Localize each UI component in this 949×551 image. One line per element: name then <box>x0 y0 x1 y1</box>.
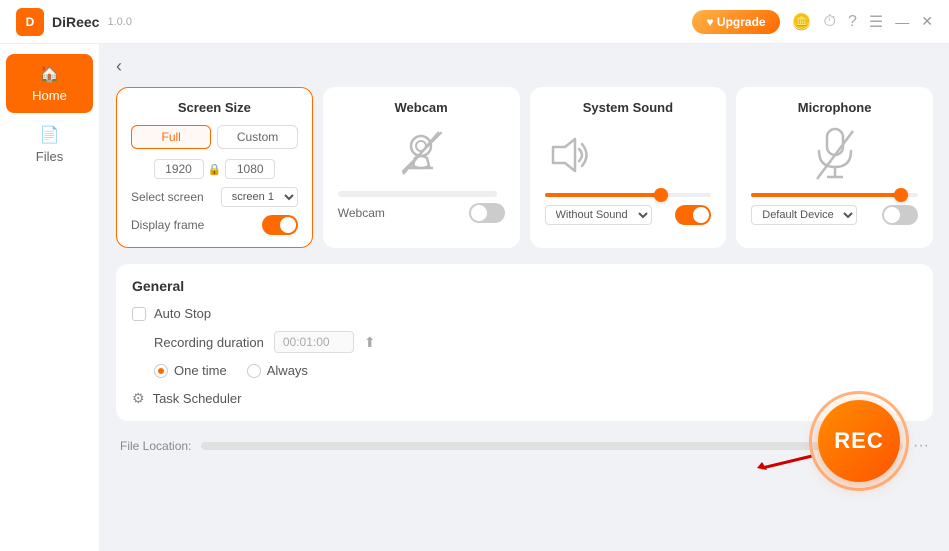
duration-stepper[interactable]: ⬆ <box>364 334 376 351</box>
rec-arrow <box>757 446 817 476</box>
minimize-button[interactable]: — <box>895 14 909 30</box>
file-location-label: File Location: <box>120 439 191 453</box>
screen-size-card: Screen Size Full Custom 🔒 Select screen … <box>116 87 313 248</box>
height-input[interactable] <box>225 159 275 179</box>
display-frame-row: Display frame <box>131 215 298 235</box>
one-time-radio-inner <box>158 368 164 374</box>
duration-input[interactable] <box>274 331 354 353</box>
full-size-button[interactable]: Full <box>131 125 211 149</box>
select-screen-label: Select screen <box>131 190 204 204</box>
sidebar-home-label: Home <box>32 88 67 103</box>
titlebar-right: ♥ Upgrade 🪙 ⏱ ? ☰ — ✕ <box>692 10 933 34</box>
files-icon: 📄 <box>40 125 60 145</box>
resolution-row: 🔒 <box>131 159 298 179</box>
logo-text: D <box>26 15 35 29</box>
one-time-option[interactable]: One time <box>154 363 227 378</box>
gear-icon: ⚙ <box>132 390 145 407</box>
menu-icon[interactable]: ☰ <box>869 12 883 32</box>
display-frame-label: Display frame <box>131 218 204 232</box>
rec-button-container: REC <box>809 391 909 491</box>
webcam-label: Webcam <box>338 206 385 220</box>
always-radio[interactable] <box>247 364 261 378</box>
main-layout: 🏠 Home 📄 Files ‹ Screen Size Full Custom… <box>0 44 949 551</box>
width-input[interactable] <box>154 159 204 179</box>
titlebar: D DiReec 1.0.0 ♥ Upgrade 🪙 ⏱ ? ☰ — ✕ <box>0 0 949 44</box>
sidebar-item-files[interactable]: 📄 Files <box>6 115 93 174</box>
timer-icon[interactable]: ⏱ <box>824 13 836 31</box>
back-button[interactable]: ‹ <box>116 56 122 77</box>
microphone-card: Microphone <box>736 87 933 248</box>
home-icon: 🏠 <box>40 64 60 84</box>
auto-stop-label: Auto Stop <box>154 306 211 321</box>
help-icon[interactable]: ? <box>848 13 857 31</box>
system-sound-card: System Sound Without Sound <box>530 87 727 248</box>
radio-row: One time Always <box>132 363 917 378</box>
webcam-label-row: Webcam <box>338 203 505 223</box>
sound-slider[interactable] <box>545 193 712 197</box>
webcam-icon <box>399 128 443 183</box>
auto-stop-checkbox[interactable] <box>132 307 146 321</box>
mic-slider-thumb[interactable] <box>894 188 908 202</box>
system-sound-title: System Sound <box>545 100 712 115</box>
rec-outer-ring: REC <box>809 391 909 491</box>
auto-stop-row: Auto Stop <box>132 306 917 321</box>
file-dots-button[interactable]: ··· <box>913 437 929 455</box>
content-area: ‹ Screen Size Full Custom 🔒 Select scree… <box>100 44 949 551</box>
sound-icon <box>545 133 593 177</box>
sound-select[interactable]: Without Sound <box>545 205 652 225</box>
recording-duration-row: Recording duration ⬆ <box>132 331 917 353</box>
always-label: Always <box>267 363 308 378</box>
upgrade-button[interactable]: ♥ Upgrade <box>692 10 779 34</box>
sound-bottom: Without Sound <box>545 205 712 225</box>
webcam-title: Webcam <box>338 100 505 115</box>
webcam-toggle[interactable] <box>469 203 505 223</box>
sound-slider-fill <box>545 193 662 197</box>
select-screen-row: Select screen screen 1 <box>131 187 298 207</box>
microphone-title: Microphone <box>751 100 918 115</box>
mic-bottom: Default Device <box>751 205 918 225</box>
size-buttons: Full Custom <box>131 125 298 149</box>
task-scheduler-row[interactable]: ⚙ Task Scheduler <box>132 390 917 407</box>
webcam-svg <box>399 128 443 178</box>
coin-icon[interactable]: 🪙 <box>792 12 812 32</box>
sidebar-files-label: Files <box>36 149 63 164</box>
recording-duration-label: Recording duration <box>154 335 264 350</box>
mic-select[interactable]: Default Device <box>751 205 857 225</box>
arrow-container <box>757 446 817 481</box>
titlebar-left: D DiReec 1.0.0 <box>16 8 132 36</box>
rec-button[interactable]: REC <box>818 400 900 482</box>
display-frame-toggle[interactable] <box>262 215 298 235</box>
webcam-bottom <box>338 191 505 197</box>
app-version: 1.0.0 <box>107 16 131 28</box>
close-button[interactable]: ✕ <box>921 13 933 30</box>
always-option[interactable]: Always <box>247 363 308 378</box>
mic-icon-wrap <box>751 125 918 185</box>
microphone-icon <box>815 127 855 183</box>
webcam-icon-wrap <box>338 125 505 185</box>
screen-size-title: Screen Size <box>131 100 298 115</box>
lock-icon: 🔒 <box>208 163 222 176</box>
custom-size-button[interactable]: Custom <box>217 125 297 149</box>
one-time-label: One time <box>174 363 227 378</box>
cards-row: Screen Size Full Custom 🔒 Select screen … <box>116 87 933 248</box>
rec-label: REC <box>834 428 883 454</box>
sound-icon-wrap <box>545 125 593 185</box>
sidebar: 🏠 Home 📄 Files <box>0 44 100 551</box>
task-scheduler-label: Task Scheduler <box>153 391 242 406</box>
screen-select[interactable]: screen 1 <box>221 187 298 207</box>
one-time-radio[interactable] <box>154 364 168 378</box>
mic-toggle[interactable] <box>882 205 918 225</box>
general-title: General <box>132 278 917 294</box>
webcam-card: Webcam <box>323 87 520 248</box>
sound-toggle[interactable] <box>675 205 711 225</box>
app-name: DiReec <box>52 14 99 30</box>
sound-slider-thumb[interactable] <box>654 188 668 202</box>
mic-slider[interactable] <box>751 193 918 197</box>
app-logo: D <box>16 8 44 36</box>
sidebar-item-home[interactable]: 🏠 Home <box>6 54 93 113</box>
mic-slider-fill <box>751 193 901 197</box>
